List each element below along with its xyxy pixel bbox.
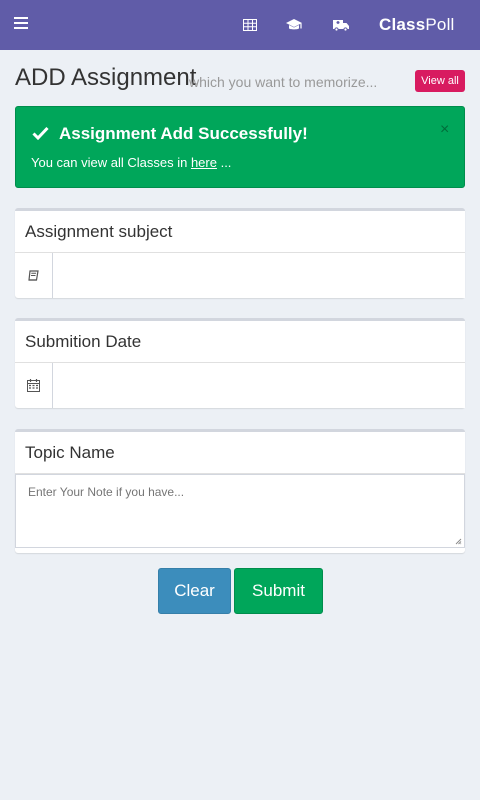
close-icon[interactable]: × bbox=[440, 122, 449, 138]
assignment-subject-input[interactable] bbox=[53, 253, 465, 298]
date-label: Submition Date bbox=[15, 321, 465, 363]
graduation-cap-icon[interactable] bbox=[284, 15, 304, 35]
app-brand[interactable]: ClassPoll bbox=[379, 15, 455, 35]
clear-button[interactable]: Clear bbox=[158, 568, 231, 614]
calendar-icon bbox=[15, 363, 53, 408]
topic-label: Topic Name bbox=[15, 432, 465, 474]
alert-title: Assignment Add Successfully! bbox=[59, 124, 308, 143]
menu-icon[interactable] bbox=[14, 17, 28, 29]
page-title: ADD Assignment bbox=[15, 64, 197, 91]
topic-box: Topic Name bbox=[15, 429, 465, 553]
page-subtitle: which you want to memorize... bbox=[189, 74, 378, 90]
alert-message-prefix: You can view all Classes in bbox=[31, 155, 191, 170]
topic-note-textarea[interactable] bbox=[15, 474, 465, 548]
table-icon[interactable] bbox=[240, 15, 260, 35]
success-alert: Assignment Add Successfully! You can vie… bbox=[15, 106, 465, 188]
brand-light: Poll bbox=[425, 15, 455, 34]
view-all-button[interactable]: View all bbox=[415, 70, 465, 92]
resize-handle-icon[interactable] bbox=[455, 532, 462, 550]
subject-box: Assignment subject bbox=[15, 208, 465, 298]
submit-button[interactable]: Submit bbox=[234, 568, 323, 614]
topic-textarea-wrap bbox=[15, 474, 465, 553]
ambulance-icon[interactable] bbox=[331, 15, 351, 35]
date-input-group bbox=[15, 363, 465, 408]
alert-message-suffix: ... bbox=[216, 155, 232, 170]
here-link[interactable]: here bbox=[191, 155, 217, 170]
brand-bold: Class bbox=[379, 15, 426, 34]
top-navbar: ClassPoll bbox=[0, 0, 480, 50]
submission-date-input[interactable] bbox=[53, 363, 465, 408]
alert-message: You can view all Classes in here ... bbox=[31, 155, 231, 170]
check-icon bbox=[32, 126, 49, 145]
date-box: Submition Date bbox=[15, 318, 465, 408]
subject-input-group bbox=[15, 253, 465, 298]
book-icon bbox=[15, 253, 53, 298]
subject-label: Assignment subject bbox=[15, 211, 465, 253]
